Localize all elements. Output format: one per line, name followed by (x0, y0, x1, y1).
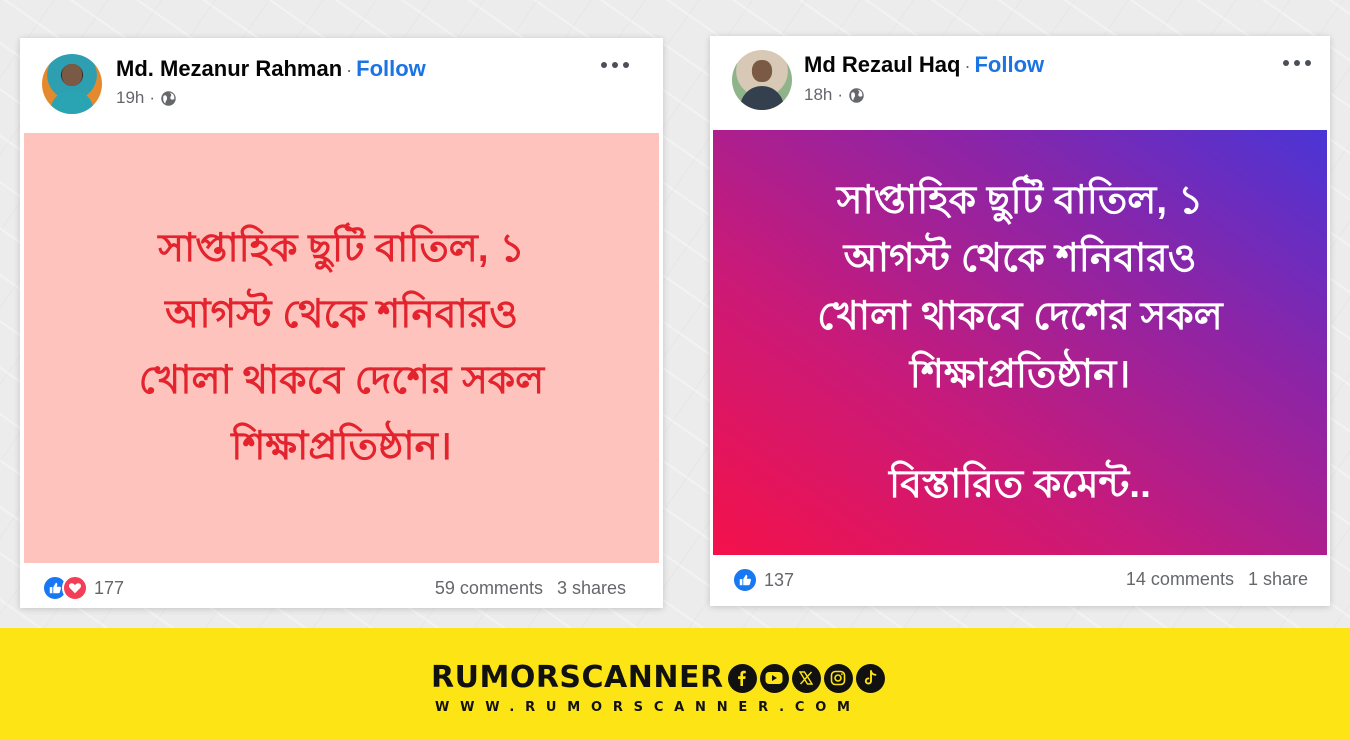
x-icon[interactable] (791, 663, 821, 693)
avatar-face (62, 64, 82, 86)
avatar-body (740, 86, 784, 110)
follow-button[interactable]: Follow (356, 56, 426, 81)
post-content: সাপ্তাহিক ছুটি বাতিল, ১ আগস্ট থেকে শনিবা… (24, 133, 659, 563)
reaction-count: 177 (94, 577, 125, 598)
reactions-summary[interactable]: 177 (42, 575, 124, 601)
reaction-count: 137 (764, 569, 795, 590)
post-extra-text: বিস্তারিত কমেন্ট.. (889, 462, 1151, 506)
facebook-icon[interactable] (727, 663, 757, 693)
comments-link[interactable]: 14 comments (1126, 569, 1234, 590)
more-options-button[interactable] (1280, 56, 1314, 70)
like-icon (732, 567, 758, 593)
avatar-face (752, 60, 772, 82)
post-header: Md. Mezanur Rahman · Follow (116, 56, 426, 82)
separator: · (837, 85, 844, 104)
facebook-post-card: Md Rezaul Haq · Follow 18h · সাপ্তাহিক ছুট… (710, 36, 1330, 606)
avatar[interactable] (732, 50, 792, 110)
post-content: সাপ্তাহিক ছুটি বাতিল, ১ আগস্ট থেকে শনিবা… (713, 130, 1327, 555)
more-options-button[interactable] (598, 58, 632, 72)
shares-link[interactable]: 1 share (1248, 569, 1308, 590)
love-icon (62, 575, 88, 601)
post-time[interactable]: 18h (804, 85, 832, 105)
social-links (727, 663, 885, 693)
globe-icon (161, 90, 176, 106)
facebook-post-card: Md. Mezanur Rahman · Follow 19h · সাপ্তাহি… (20, 38, 663, 608)
comments-link[interactable]: 59 comments (435, 578, 543, 599)
avatar-body (50, 90, 94, 114)
brand-row: RUMORSCANNER (431, 662, 885, 694)
separator: · (149, 88, 156, 107)
post-header: Md Rezaul Haq · Follow (804, 52, 1044, 78)
author-name[interactable]: Md Rezaul Haq (804, 52, 960, 77)
author-name[interactable]: Md. Mezanur Rahman (116, 56, 342, 81)
post-text: সাপ্তাহিক ছুটি বাতিল, ১ আগস্ট থেকে শনিবা… (817, 178, 1223, 396)
globe-icon (849, 87, 864, 103)
separator: · (964, 56, 971, 76)
post-meta: 18h · (804, 85, 865, 105)
post-meta: 19h · (116, 88, 177, 108)
instagram-icon[interactable] (823, 663, 853, 693)
brand-name: RUMORSCANNER (431, 660, 724, 695)
shares-link[interactable]: 3 shares (557, 578, 626, 599)
branding-bar: RUMORSCANNER WWW.RUMORSCANNER.COM (0, 628, 1350, 740)
post-stats: 14 comments 1 share (1126, 569, 1308, 590)
separator: · (346, 60, 353, 80)
post-time[interactable]: 19h (116, 88, 144, 108)
brand-url[interactable]: WWW.RUMORSCANNER.COM (435, 700, 861, 715)
post-text: সাপ্তাহিক ছুটি বাতিল, ১ আগস্ট থেকে শনিবা… (138, 227, 545, 468)
post-stats: 59 comments 3 shares (435, 578, 626, 599)
follow-button[interactable]: Follow (974, 52, 1044, 77)
tiktok-icon[interactable] (855, 663, 885, 693)
youtube-icon[interactable] (759, 663, 789, 693)
reactions-summary[interactable]: 137 (732, 567, 794, 593)
avatar[interactable] (42, 54, 102, 114)
